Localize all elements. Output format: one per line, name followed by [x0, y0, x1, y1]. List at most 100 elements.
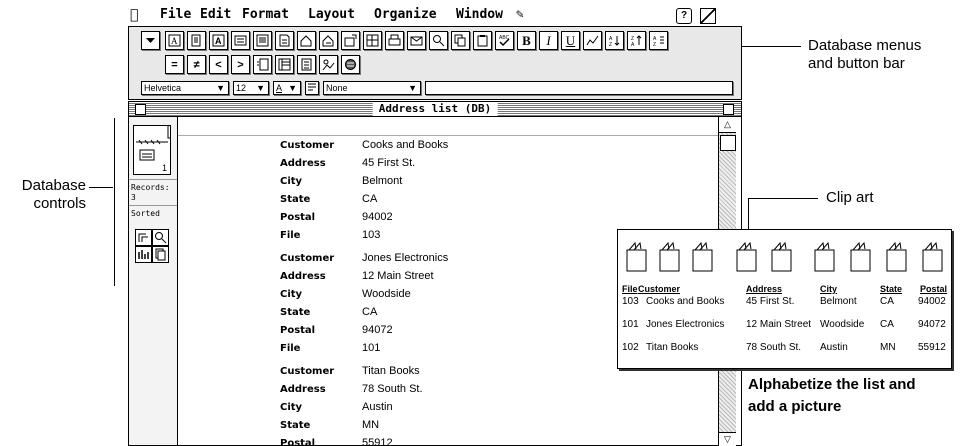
scroll-up-arrow-icon[interactable]: △ [719, 117, 736, 133]
menu-edit[interactable]: Edit [200, 7, 231, 22]
state-field[interactable]: MN [362, 419, 379, 431]
postal-field[interactable]: 94002 [362, 211, 393, 223]
title-bar[interactable]: Address list (DB) [129, 102, 741, 117]
table-row: 101 Jones Electronics 12 Main Street Woo… [618, 319, 951, 333]
file-field[interactable]: 103 [362, 229, 380, 241]
cell-address: 45 First St. [746, 296, 795, 307]
help-icon[interactable]: ? [676, 8, 692, 24]
equal-button[interactable]: = [165, 55, 184, 74]
chevron-down-icon: ▼ [288, 83, 297, 93]
delete-record-icon[interactable] [319, 31, 338, 50]
chart-icon[interactable] [583, 31, 602, 50]
report-mode-icon[interactable] [152, 246, 169, 263]
customer-field[interactable]: Cooks and Books [362, 139, 448, 151]
spelling-icon[interactable]: ABC [495, 31, 514, 50]
menu-layout[interactable]: Layout [308, 7, 355, 22]
show-all-icon[interactable] [275, 55, 294, 74]
styles-icon[interactable] [305, 81, 319, 95]
application-menu-icon[interactable] [700, 8, 716, 24]
scroll-thumb[interactable] [720, 135, 736, 151]
new-record-icon[interactable] [297, 31, 316, 50]
find-icon[interactable] [429, 31, 448, 50]
bar-popup-button[interactable] [141, 31, 160, 50]
mail-merge-icon[interactable] [407, 31, 426, 50]
record-3[interactable]: Customer Titan Books Address 78 South St… [178, 363, 718, 445]
menu-window[interactable]: Window [456, 7, 503, 22]
menu-organize[interactable]: Organize [374, 7, 437, 22]
paste-icon[interactable] [473, 31, 492, 50]
form-icon[interactable] [231, 31, 250, 50]
customer-field[interactable]: Jones Electronics [362, 252, 448, 264]
find-mode-icon[interactable] [152, 229, 169, 246]
text-color-select[interactable]: A ▼ [273, 81, 301, 95]
controls-callout-tick [89, 187, 113, 188]
size-select[interactable]: 12 ▼ [233, 81, 269, 95]
apple-icon[interactable]:  [130, 7, 138, 23]
sort-descending-icon[interactable]: ZA [627, 31, 646, 50]
postal-label: Postal [280, 212, 316, 223]
font-value: Helvetica [144, 83, 182, 93]
cell-file: 103 [622, 296, 639, 307]
city-field[interactable]: Belmont [362, 175, 402, 187]
insert-file-icon[interactable] [187, 31, 206, 50]
internet-icon[interactable] [341, 55, 360, 74]
postal-field[interactable]: 94072 [362, 324, 393, 336]
column-header-address: Address [746, 284, 783, 294]
close-box-icon[interactable] [135, 104, 146, 115]
layout-mode-icon[interactable] [135, 229, 152, 246]
underline-button[interactable]: U [561, 31, 580, 50]
city-field[interactable]: Austin [362, 401, 393, 413]
greater-than-button[interactable]: > [231, 55, 250, 74]
copy-icon[interactable] [451, 31, 470, 50]
state-field[interactable]: CA [362, 306, 377, 318]
cell-customer: Jones Electronics [646, 319, 725, 330]
menus-callout-line1: Database menus [808, 37, 922, 54]
font-icon[interactable]: A [209, 31, 228, 50]
address-field[interactable]: 78 South St. [362, 383, 423, 395]
controls-callout-line1: Database [21, 177, 86, 194]
list-mode-icon[interactable] [135, 246, 152, 263]
sort-ascending-icon[interactable]: AZ [605, 31, 624, 50]
style-select[interactable]: None ▼ [323, 81, 421, 95]
entry-bar[interactable] [425, 81, 733, 95]
address-field[interactable]: 12 Main Street [362, 270, 434, 282]
list-icon[interactable] [253, 31, 272, 50]
menu-format[interactable]: Format [242, 7, 289, 22]
italic-button[interactable]: I [539, 31, 558, 50]
scripts-menu-icon[interactable]: ✎ [516, 7, 524, 22]
controls-callout-bracket [114, 118, 115, 286]
book-icon [814, 242, 835, 272]
controls-callout-line2: controls [33, 195, 86, 212]
clip-art-icon[interactable] [319, 55, 338, 74]
record-1[interactable]: Customer Cooks and Books Address 45 Firs… [178, 137, 718, 241]
font-select[interactable]: Helvetica ▼ [141, 81, 229, 95]
cell-postal: 94002 [918, 296, 946, 307]
sort-records-icon[interactable]: AZ [649, 31, 668, 50]
cell-postal: 94072 [918, 319, 946, 330]
column-header-file: File [622, 284, 638, 294]
customer-field[interactable]: Titan Books [362, 365, 420, 377]
record-book-icon[interactable]: 1 [133, 125, 171, 175]
not-equal-button[interactable]: ≠ [187, 55, 206, 74]
insert-field-icon[interactable] [341, 31, 360, 50]
menu-file[interactable]: File [160, 7, 191, 22]
table-icon[interactable] [363, 31, 382, 50]
city-field[interactable]: Woodside [362, 288, 411, 300]
state-label: State [280, 194, 311, 205]
alphabetize-callout-line2: add a picture [748, 398, 842, 415]
zoom-box-icon[interactable] [723, 104, 734, 115]
less-than-button[interactable]: < [209, 55, 228, 74]
state-field[interactable]: CA [362, 193, 377, 205]
text-style-icon[interactable]: A [165, 31, 184, 50]
report-icon[interactable] [275, 31, 294, 50]
file-field[interactable]: 101 [362, 342, 380, 354]
cell-file: 101 [622, 319, 639, 330]
chevron-down-icon: ▼ [408, 83, 417, 93]
match-records-icon[interactable] [253, 55, 272, 74]
address-field[interactable]: 45 First St. [362, 157, 415, 169]
cell-state: CA [880, 296, 894, 307]
database-controls: 1 Records: 3 Sorted [129, 117, 178, 445]
print-icon[interactable] [385, 31, 404, 50]
bold-button[interactable]: B [517, 31, 536, 50]
hide-selected-icon[interactable] [297, 55, 316, 74]
